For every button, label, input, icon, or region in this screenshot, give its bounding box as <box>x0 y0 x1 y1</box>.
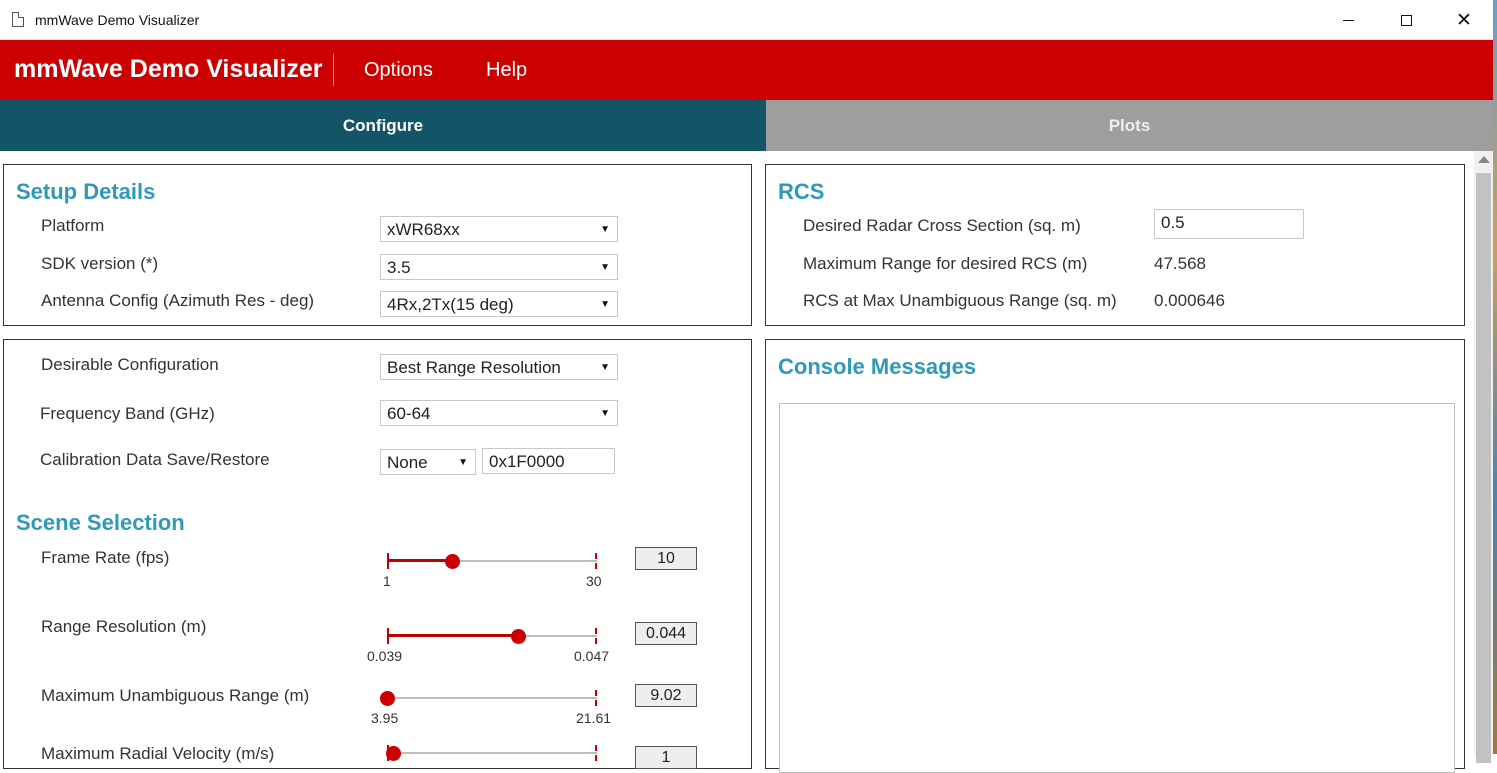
sdk-version-value: 3.5 <box>387 258 411 277</box>
tab-plots[interactable]: Plots <box>766 100 1493 151</box>
desirable-config-label: Desirable Configuration <box>41 355 219 374</box>
desirable-config-select[interactable]: Best Range Resolution ▼ <box>380 354 618 380</box>
menu-help[interactable]: Help <box>486 59 527 82</box>
document-icon <box>12 12 24 27</box>
setup-details-heading: Setup Details <box>16 179 156 204</box>
frame-rate-slider-thumb[interactable] <box>445 554 460 569</box>
rcs-max-range-label: RCS at Max Unambiguous Range (sq. m) <box>803 291 1117 310</box>
setup-details-panel: Setup Details Platform xWR68xx ▼ SDK ver… <box>3 164 752 326</box>
frame-rate-value[interactable]: 10 <box>635 547 697 570</box>
max-range-value: 47.568 <box>1154 254 1206 273</box>
console-heading: Console Messages <box>778 354 977 379</box>
calibration-value: None <box>387 453 428 472</box>
range-resolution-label: Range Resolution (m) <box>41 617 207 636</box>
desired-rcs-input[interactable]: 0.5 <box>1154 209 1304 239</box>
range-resolution-slider-thumb[interactable] <box>511 629 526 644</box>
chevron-down-icon: ▼ <box>600 224 610 235</box>
max-unambiguous-range-label: Maximum Unambiguous Range (m) <box>41 686 310 705</box>
max-range-label: Maximum Range for desired RCS (m) <box>803 254 1088 273</box>
antenna-config-select[interactable]: 4Rx,2Tx(15 deg) ▼ <box>380 291 618 317</box>
platform-value: xWR68xx <box>387 220 460 239</box>
range-resolution-min: 0.039 <box>367 648 403 664</box>
platform-label: Platform <box>41 216 105 235</box>
rcs-max-range-value: 0.000646 <box>1154 291 1225 310</box>
app-window: mmWave Demo Visualizer ✕ mmWave Demo Vis… <box>0 0 1497 773</box>
configuration-panel: Desirable Configuration Best Range Resol… <box>3 339 752 769</box>
desirable-config-value: Best Range Resolution <box>387 358 561 377</box>
max-unambiguous-range-value[interactable]: 9.02 <box>635 684 697 707</box>
max-unambiguous-range-min: 3.95 <box>371 710 399 726</box>
header-divider <box>333 54 334 86</box>
frame-rate-max: 30 <box>586 573 602 589</box>
max-radial-velocity-label: Maximum Radial Velocity (m/s) <box>41 744 275 763</box>
antenna-config-label: Antenna Config (Azimuth Res - deg) <box>41 291 315 310</box>
maximize-icon <box>1400 14 1412 26</box>
max-unambiguous-range-slider[interactable] <box>380 688 597 708</box>
rcs-panel: RCS Desired Radar Cross Section (sq. m) … <box>765 164 1465 326</box>
scrollbar-thumb[interactable] <box>1476 173 1491 763</box>
menu-options[interactable]: Options <box>364 59 433 82</box>
frequency-band-label: Frequency Band (GHz) <box>40 404 215 423</box>
frame-rate-slider[interactable] <box>387 551 597 571</box>
scroll-up-icon[interactable] <box>1478 156 1490 163</box>
max-unambiguous-range-slider-thumb[interactable] <box>380 691 395 706</box>
calibration-select[interactable]: None ▼ <box>380 449 476 475</box>
max-radial-velocity-slider[interactable] <box>386 743 597 763</box>
scene-selection-heading: Scene Selection <box>16 510 185 535</box>
sdk-version-label: SDK version (*) <box>41 254 159 273</box>
chevron-down-icon: ▼ <box>458 457 468 468</box>
sdk-version-select[interactable]: 3.5 ▼ <box>380 254 618 280</box>
desired-rcs-label: Desired Radar Cross Section (sq. m) <box>803 216 1081 235</box>
title-bar: mmWave Demo Visualizer ✕ <box>0 0 1493 40</box>
desktop-background-strip <box>1493 0 1497 754</box>
maximize-button[interactable] <box>1377 0 1435 40</box>
range-resolution-value[interactable]: 0.044 <box>635 622 697 645</box>
console-output[interactable] <box>779 403 1455 773</box>
close-icon: ✕ <box>1456 9 1472 31</box>
console-panel: Console Messages <box>765 339 1465 773</box>
calibration-address-input[interactable]: 0x1F0000 <box>482 448 615 474</box>
platform-select[interactable]: xWR68xx ▼ <box>380 216 618 242</box>
tab-configure[interactable]: Configure <box>0 100 766 151</box>
app-header: mmWave Demo Visualizer Options Help <box>0 40 1493 100</box>
chevron-down-icon: ▼ <box>600 299 610 310</box>
frame-rate-min: 1 <box>383 573 391 589</box>
app-brand: mmWave Demo Visualizer <box>14 55 323 83</box>
minimize-icon <box>1342 19 1354 21</box>
main-tabs: Configure Plots <box>0 100 1493 151</box>
frequency-band-select[interactable]: 60-64 ▼ <box>380 400 618 426</box>
antenna-config-value: 4Rx,2Tx(15 deg) <box>387 295 514 314</box>
calibration-label: Calibration Data Save/Restore <box>40 450 270 469</box>
chevron-down-icon: ▼ <box>600 408 610 419</box>
max-unambiguous-range-max: 21.61 <box>576 710 612 726</box>
range-resolution-slider[interactable] <box>387 626 597 646</box>
window-title: mmWave Demo Visualizer <box>35 12 200 28</box>
chevron-down-icon: ▼ <box>600 262 610 273</box>
range-resolution-max: 0.047 <box>574 648 610 664</box>
rcs-heading: RCS <box>778 179 825 204</box>
minimize-button[interactable] <box>1319 0 1377 40</box>
max-radial-velocity-value[interactable]: 1 <box>635 746 697 769</box>
chevron-down-icon: ▼ <box>600 362 610 373</box>
vertical-scrollbar[interactable] <box>1474 151 1493 763</box>
frequency-band-value: 60-64 <box>387 404 431 423</box>
close-button[interactable]: ✕ <box>1435 0 1493 40</box>
frame-rate-label: Frame Rate (fps) <box>41 548 170 567</box>
